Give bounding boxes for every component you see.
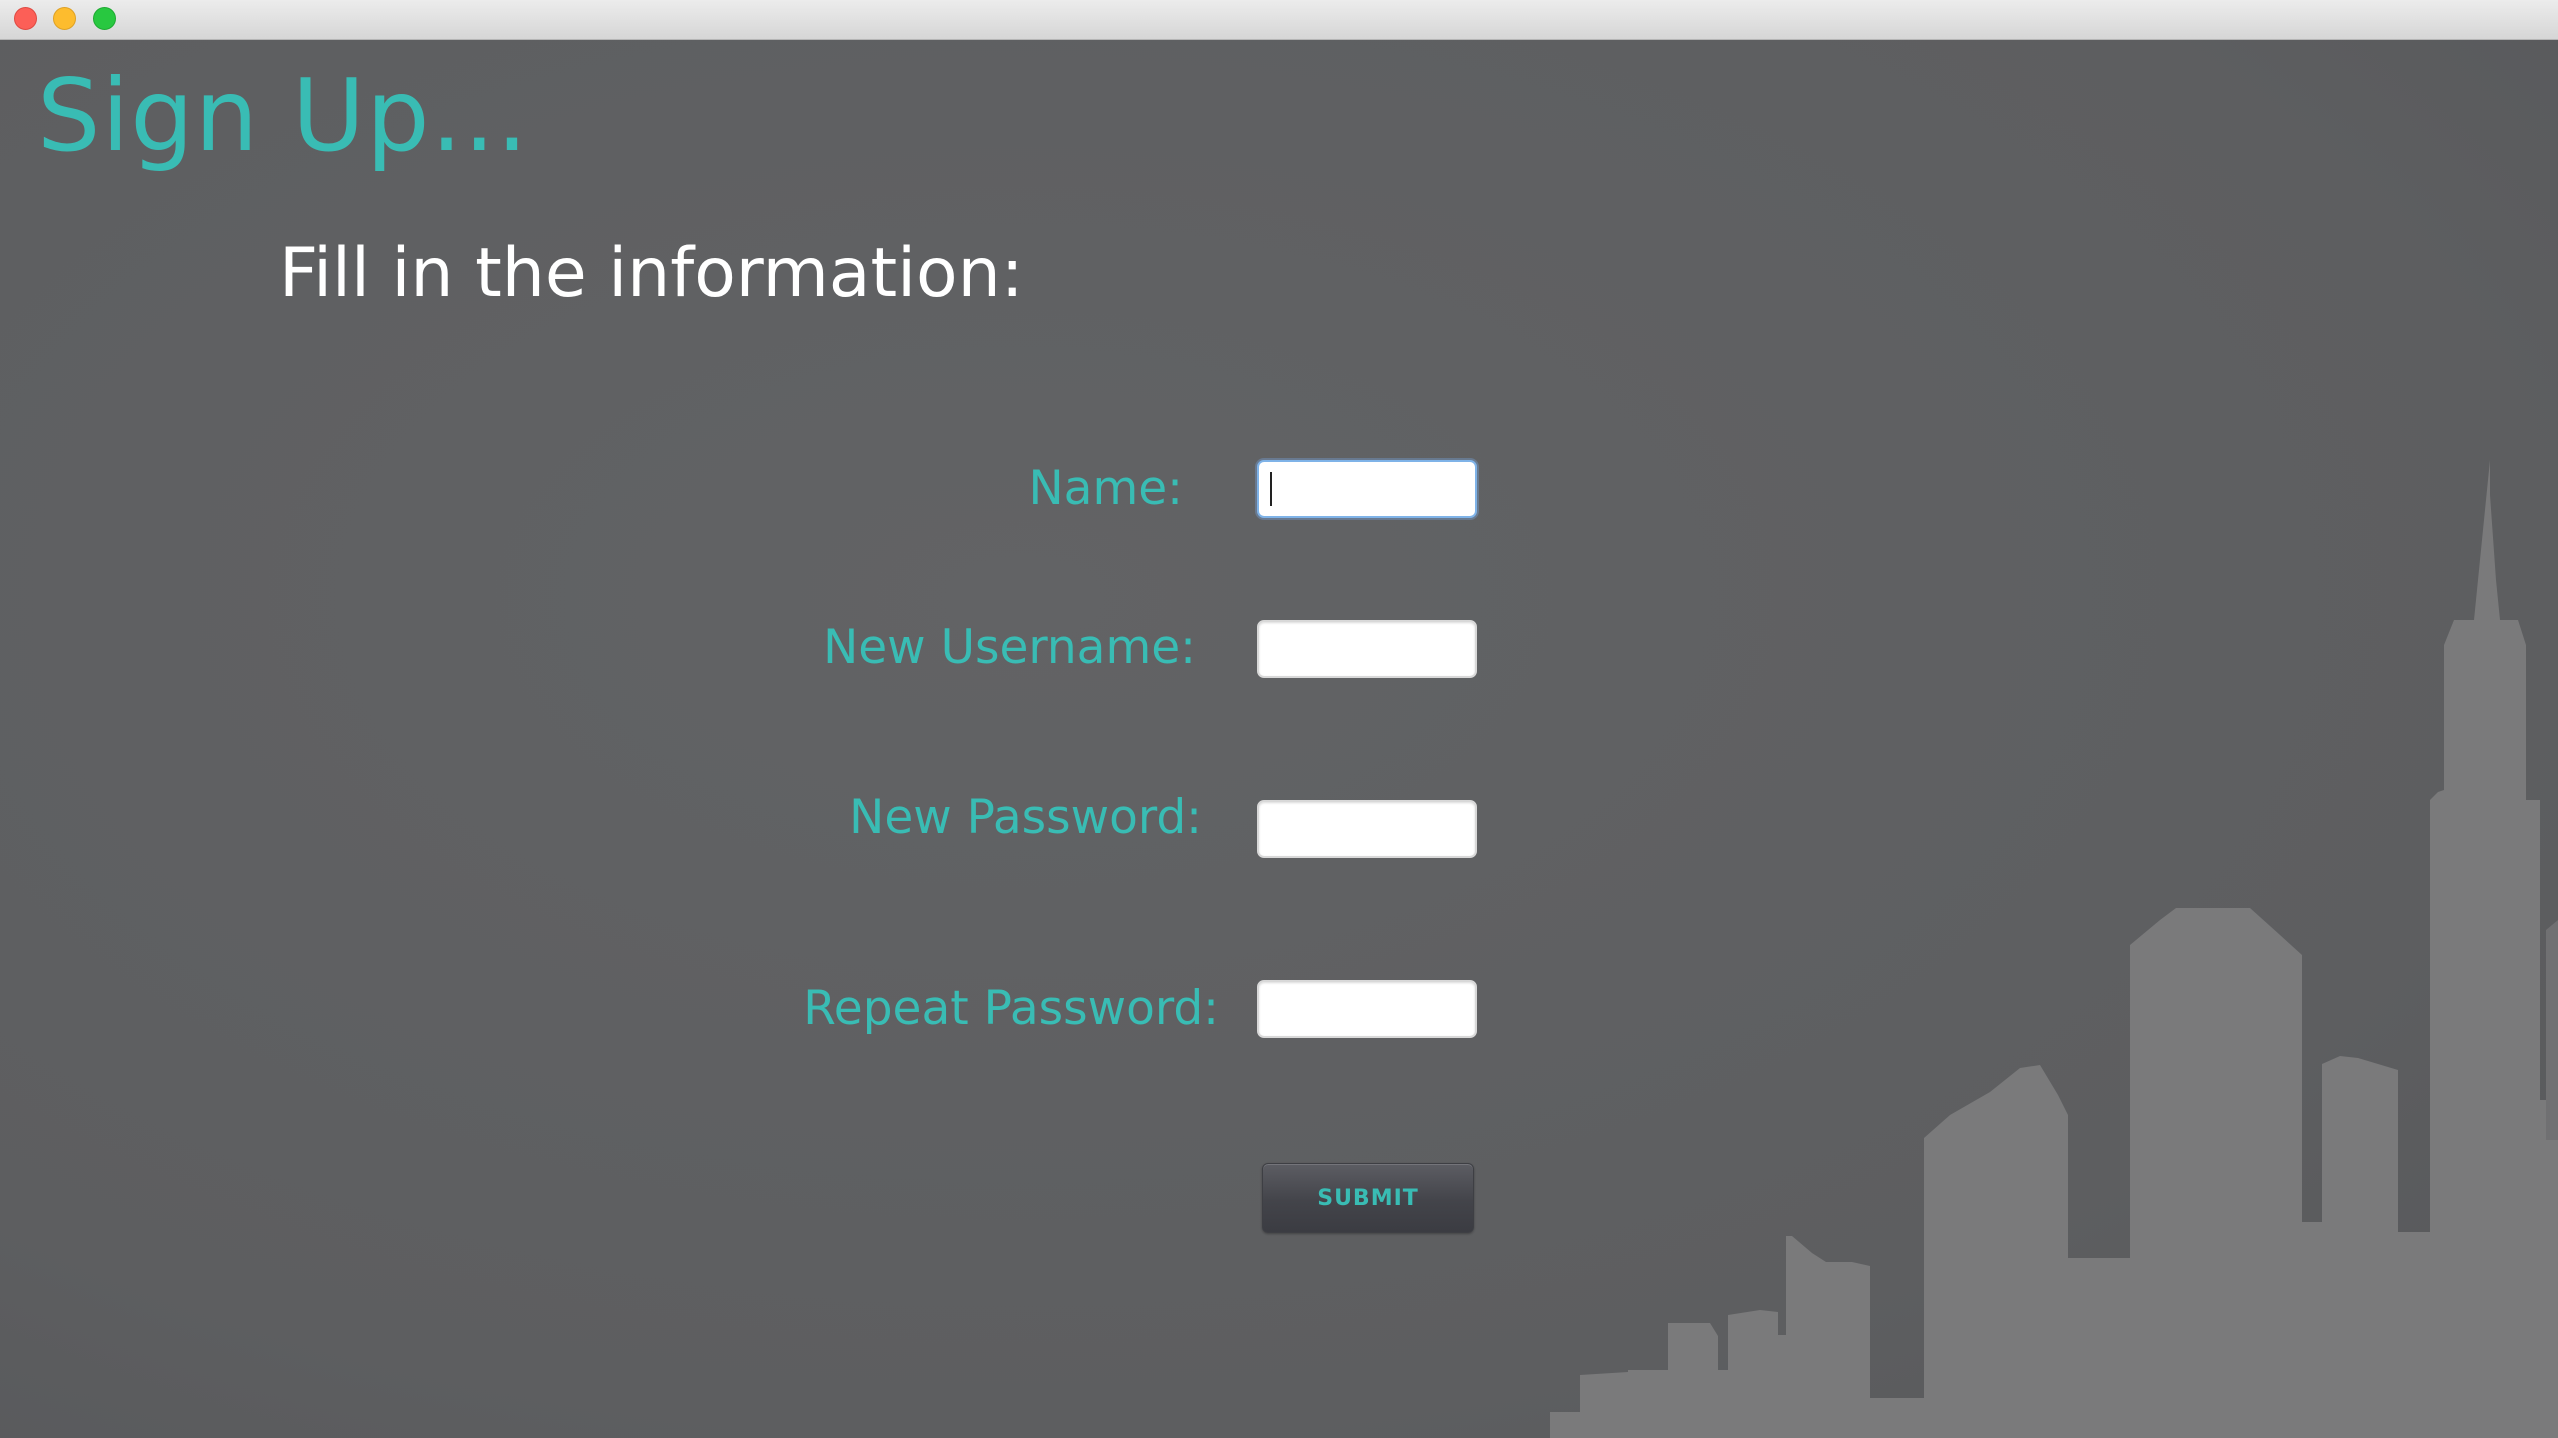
name-field[interactable] [1257,460,1477,518]
content-area: Sign Up... Fill in the information: Name… [0,40,2558,1438]
submit-button[interactable]: SUBMIT [1262,1163,1474,1233]
close-window-button[interactable] [14,7,37,30]
repeat-password-label: Repeat Password: [803,981,1219,1036]
title-bar [0,0,2558,40]
text-caret [1270,472,1272,506]
repeat-password-field[interactable] [1257,980,1477,1038]
new-password-field[interactable] [1257,800,1477,858]
minimize-window-button[interactable] [53,7,76,30]
new-password-label: New Password: [849,790,1202,845]
form-instructions: Fill in the information: [279,234,1024,313]
new-username-field[interactable] [1257,620,1477,678]
new-username-label: New Username: [823,620,1196,675]
maximize-window-button[interactable] [93,7,116,30]
name-label: Name: [1028,461,1184,516]
page-title: Sign Up... [37,57,529,174]
signup-window: Sign Up... Fill in the information: Name… [0,0,2558,1438]
